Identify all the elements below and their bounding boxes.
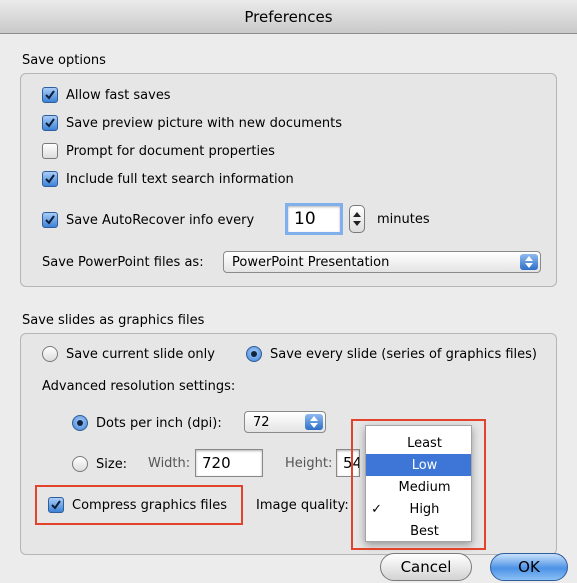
allow-fast-saves-label: Allow fast saves <box>66 87 171 103</box>
current-slide-label: Save current slide only <box>66 346 215 362</box>
graphics-label: Save slides as graphics files <box>22 313 205 328</box>
dpi-label: Dots per inch (dpi): <box>96 415 222 431</box>
save-options-label: Save options <box>22 53 106 68</box>
save-as-popup[interactable]: PowerPoint Presentation <box>223 251 541 273</box>
autorecover-stepper[interactable] <box>349 205 365 233</box>
include-search-checkbox[interactable]: Include full text search information <box>42 171 294 187</box>
image-quality-label: Image quality: <box>256 498 349 513</box>
compress-highlight-box <box>35 485 243 525</box>
prompt-properties-checkbox[interactable]: Prompt for document properties <box>42 143 275 159</box>
checkmark-icon <box>45 174 55 184</box>
dpi-radio[interactable]: Dots per inch (dpi): <box>72 415 222 431</box>
include-search-label: Include full text search information <box>66 171 294 187</box>
dpi-popup[interactable]: 72 <box>244 411 326 433</box>
save-preview-checkbox[interactable]: Save preview picture with new documents <box>42 115 342 131</box>
checkmark-icon <box>45 90 55 100</box>
checkbox-box <box>42 115 58 131</box>
every-slide-radio[interactable]: Save every slide (series of graphics fil… <box>246 346 537 362</box>
dpi-value: 72 <box>253 414 270 430</box>
autorecover-checkbox[interactable]: Save AutoRecover info every <box>42 212 254 228</box>
every-slide-label: Save every slide (series of graphics fil… <box>270 346 538 362</box>
size-label: Size: <box>96 456 128 472</box>
cancel-button[interactable]: Cancel <box>380 553 472 581</box>
radio-circle <box>246 346 262 362</box>
save-as-value: PowerPoint Presentation <box>232 254 390 270</box>
save-preview-label: Save preview picture with new documents <box>66 115 343 131</box>
stepper-down-icon[interactable] <box>353 221 361 226</box>
checkbox-box <box>42 87 58 103</box>
checkbox-box <box>42 171 58 187</box>
popup-arrows-icon <box>520 254 538 270</box>
checkbox-box <box>42 143 58 159</box>
radio-circle <box>72 456 88 472</box>
prompt-properties-label: Prompt for document properties <box>66 143 275 159</box>
window-title: Preferences <box>0 0 577 34</box>
autorecover-label: Save AutoRecover info every <box>66 212 255 228</box>
size-radio[interactable]: Size: <box>72 456 127 472</box>
stepper-up-icon[interactable] <box>353 212 361 217</box>
checkmark-icon <box>45 215 55 225</box>
checkbox-box <box>42 212 58 228</box>
checkmark-icon <box>45 118 55 128</box>
current-slide-radio[interactable]: Save current slide only <box>42 346 215 362</box>
height-label: Height: <box>285 456 333 471</box>
width-input[interactable]: 720 <box>195 449 263 477</box>
quality-menu-highlight-box <box>351 419 486 550</box>
advanced-label: Advanced resolution settings: <box>42 379 236 394</box>
popup-arrows-icon <box>305 414 323 430</box>
ok-button[interactable]: OK <box>490 553 568 581</box>
save-as-label: Save PowerPoint files as: <box>42 255 204 270</box>
radio-circle <box>42 346 58 362</box>
minutes-label: minutes <box>377 212 430 227</box>
radio-circle <box>72 415 88 431</box>
width-label: Width: <box>148 456 191 471</box>
allow-fast-saves-checkbox[interactable]: Allow fast saves <box>42 87 171 103</box>
autorecover-minutes-input[interactable]: 10 <box>285 203 343 235</box>
